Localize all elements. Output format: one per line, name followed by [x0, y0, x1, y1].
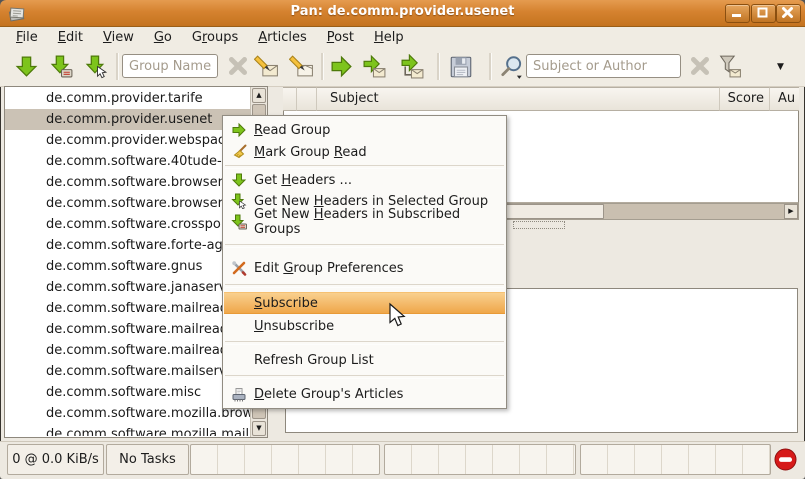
toolbar-overflow-icon[interactable]: ▼ — [777, 62, 784, 72]
menu-get-new-headers-subscribed[interactable]: Get New Headers in Subscribed Groups — [224, 211, 505, 233]
next-unread-article-icon[interactable] — [361, 54, 387, 79]
group-row[interactable]: de.comm.software.mozilla.browser — [5, 403, 251, 424]
clear-group-filter-icon — [226, 54, 252, 79]
group-name-input[interactable] — [122, 54, 218, 78]
window-title: Pan: de.comm.provider.usenet — [0, 4, 805, 19]
clear-search-icon — [688, 54, 714, 79]
menu-separator — [225, 341, 504, 345]
get-new-headers-subscribed-icon — [231, 214, 247, 230]
scroll-right-icon[interactable]: ▶ — [784, 204, 798, 219]
group-row[interactable]: de.comm.software.mailserver — [5, 361, 251, 382]
menu-separator — [225, 284, 504, 288]
toolbar-separator — [321, 53, 324, 80]
group-row[interactable]: de.comm.software.mailreader — [5, 298, 251, 319]
group-row[interactable]: de.comm.software.browser. — [5, 172, 251, 193]
group-list: de.comm.provider.tarife de.comm.provider… — [5, 88, 251, 436]
read-selected-group-icon[interactable] — [329, 54, 355, 79]
get-headers-icon — [231, 172, 247, 188]
menu-go[interactable]: Go — [144, 29, 182, 46]
get-new-headers-selected-icon — [231, 193, 247, 209]
toolbar-separator — [489, 53, 492, 80]
toolbar-separator — [437, 53, 440, 80]
article-column-headers: Subject Score Au — [283, 87, 799, 111]
menu-help[interactable]: Help — [364, 29, 414, 46]
group-row[interactable]: de.comm.software.crosspoint — [5, 214, 251, 235]
close-button[interactable] — [776, 4, 801, 23]
titlebar[interactable]: Pan: de.comm.provider.usenet — [0, 0, 805, 27]
minimize-button[interactable] — [725, 4, 750, 23]
group-row[interactable]: de.comm.software.mailreader — [5, 340, 251, 361]
group-row[interactable]: de.comm.provider.webspace — [5, 130, 251, 151]
connection-meter — [580, 444, 771, 475]
menu-read-group[interactable]: Read Group — [224, 119, 505, 141]
menu-view[interactable]: View — [93, 29, 144, 46]
connection-meter — [384, 444, 576, 475]
group-row[interactable]: de.comm.software.40tude-dialog — [5, 151, 251, 172]
group-row-selected[interactable]: de.comm.provider.usenet — [5, 109, 251, 130]
menu-post[interactable]: Post — [317, 29, 364, 46]
offline-status-icon[interactable] — [774, 448, 797, 471]
menu-unsubscribe[interactable]: Unsubscribe — [224, 315, 505, 337]
filter-icon[interactable] — [717, 54, 743, 79]
group-row[interactable]: de.comm.software.mailreader — [5, 319, 251, 340]
group-row[interactable]: de.comm.provider.tarife — [5, 88, 251, 109]
column-header-author[interactable]: Au — [770, 87, 799, 111]
menu-refresh-group-list[interactable]: Refresh Group List — [224, 349, 505, 371]
column-header-read[interactable] — [297, 87, 317, 111]
group-row[interactable]: de.comm.software.forte-agent — [5, 235, 251, 256]
get-new-headers-selected-icon[interactable] — [84, 54, 110, 79]
toolbar: ▼ — [0, 47, 805, 87]
next-unread-thread-icon[interactable] — [399, 54, 425, 79]
menu-file[interactable]: File — [6, 29, 48, 46]
pan-window: Pan: de.comm.provider.usenet File Edit V… — [0, 0, 805, 479]
scroll-down-icon[interactable]: ▼ — [252, 421, 266, 436]
menu-get-headers[interactable]: Get Headers ... — [224, 169, 505, 191]
broom-icon — [231, 144, 247, 160]
menu-subscribe[interactable]: Subscribe — [224, 292, 505, 314]
get-headers-icon[interactable] — [14, 54, 40, 79]
column-header-subject[interactable]: Subject — [317, 87, 720, 111]
group-row[interactable]: de.comm.software.mozilla.mailnews — [5, 424, 251, 436]
group-row[interactable]: de.comm.software.misc — [5, 382, 251, 403]
group-context-menu: Read Group Mark Group Read Get Headers .… — [222, 115, 507, 409]
menu-separator — [225, 244, 504, 248]
followup-article-icon[interactable] — [289, 54, 315, 79]
save-articles-icon[interactable] — [448, 54, 474, 79]
group-row[interactable]: de.comm.software.gnus — [5, 256, 251, 277]
connection-meter — [190, 444, 380, 475]
scroll-up-icon[interactable]: ▲ — [252, 88, 266, 103]
menu-separator — [225, 375, 504, 379]
statusbar: 0 @ 0.0 KiB/s No Tasks — [0, 441, 805, 479]
tools-icon — [231, 260, 247, 276]
menu-edit-group-preferences[interactable]: Edit Group Preferences — [224, 257, 505, 279]
shredder-icon — [231, 386, 247, 402]
menu-edit[interactable]: Edit — [48, 29, 93, 46]
connection-speed: 0 @ 0.0 KiB/s — [7, 444, 104, 475]
read-group-icon — [231, 122, 247, 138]
column-header-state[interactable] — [283, 87, 297, 111]
post-article-icon[interactable] — [254, 54, 280, 79]
menu-articles[interactable]: Articles — [248, 29, 317, 46]
mouse-cursor — [385, 302, 407, 334]
focus-indicator — [513, 221, 565, 229]
menu-delete-group-articles[interactable]: Delete Group's Articles — [224, 383, 505, 405]
toolbar-separator — [116, 53, 119, 80]
search-options-icon[interactable] — [499, 54, 525, 79]
search-input[interactable] — [526, 54, 681, 78]
get-new-headers-subscribed-icon[interactable] — [49, 54, 75, 79]
menu-groups[interactable]: Groups — [182, 29, 248, 46]
group-row[interactable]: de.comm.software.browser. — [5, 193, 251, 214]
column-header-score[interactable]: Score — [720, 87, 770, 111]
task-status[interactable]: No Tasks — [106, 444, 189, 475]
menu-mark-group-read[interactable]: Mark Group Read — [224, 141, 505, 163]
maximize-button[interactable] — [751, 4, 776, 23]
menubar: File Edit View Go Groups Articles Post H… — [0, 27, 805, 47]
group-row[interactable]: de.comm.software.janaserver — [5, 277, 251, 298]
